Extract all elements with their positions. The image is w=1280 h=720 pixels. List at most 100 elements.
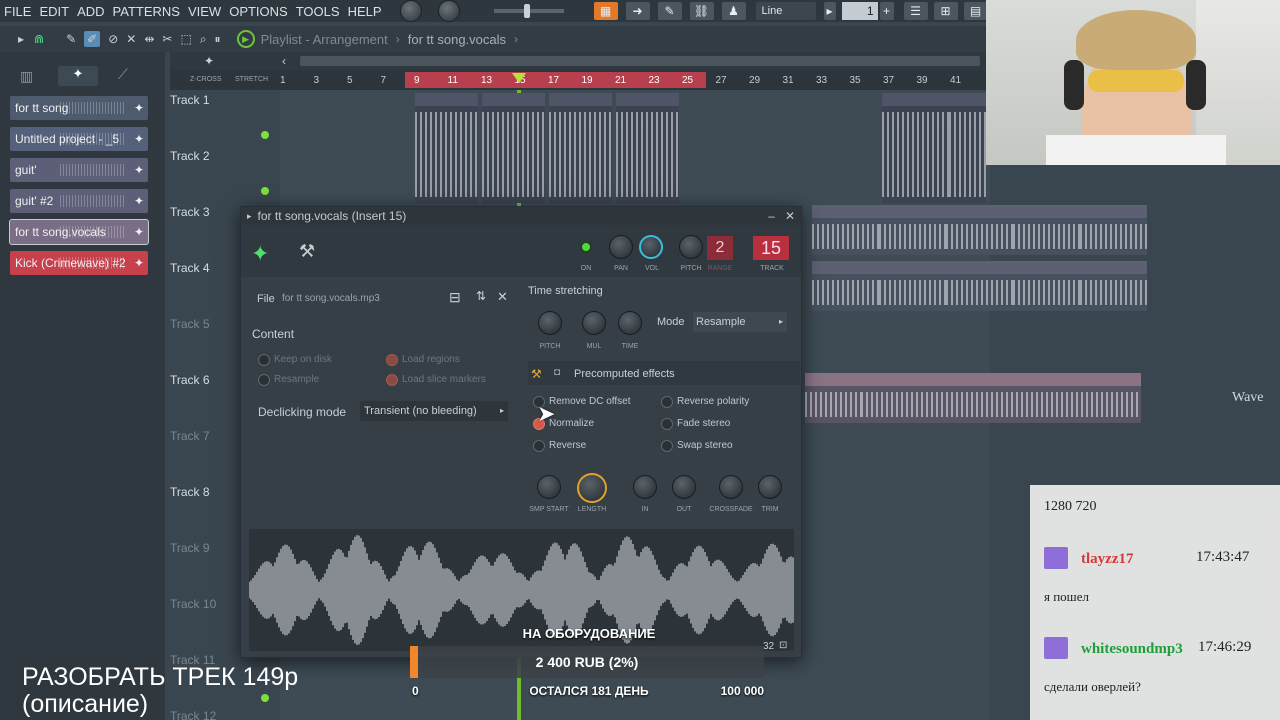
pattern-item[interactable]: Kick (Crimewave) #2 ✦ [10,251,148,275]
track-activity-led[interactable] [261,131,269,139]
pattern-clip[interactable]: Pattern 1 [482,93,545,203]
select-icon[interactable]: ⬚ [180,32,191,46]
menu-file[interactable]: FILE [0,4,35,19]
audio-clip[interactable]: for tt song.vocals [861,373,986,423]
out-knob[interactable] [672,475,696,499]
tempo-slider-thumb[interactable] [523,4,530,18]
ts-mul-knob[interactable] [582,311,606,335]
horizontal-scrollbar[interactable] [300,56,980,66]
delete-icon[interactable]: ⊘ [108,32,118,46]
audio-clip[interactable]: guit' [1013,261,1080,311]
pattern-clip[interactable]: Pattern 1 [882,93,949,203]
pencil-icon[interactable]: ✎ [66,32,76,46]
pattern-item[interactable]: Untitled project - _5 ✦ [10,127,148,151]
folder-icon[interactable]: ⊟ [449,289,461,306]
master-pitch-knob[interactable] [437,0,460,22]
menu-add[interactable]: ADD [73,4,108,19]
menu-patterns[interactable]: PATTERNS [109,4,184,19]
playlist-icon[interactable]: ☰ [903,2,928,20]
stamp-icon[interactable]: ♟ [721,2,746,20]
wrench-icon[interactable]: ⚒ [531,367,542,381]
pattern-clip[interactable]: Patte [949,93,986,203]
lock-icon[interactable]: ◘ [554,367,560,378]
menu-options[interactable]: OPTIONS [225,4,292,19]
slip-icon[interactable]: ⇹ [144,32,154,46]
range-display[interactable]: 2 [707,236,733,260]
mode-select[interactable]: Resample ▸ [693,312,787,332]
scroll-left-icon[interactable]: ‹ [282,54,286,68]
length-knob[interactable] [577,473,607,503]
pattern-item[interactable]: guit' #2 ✦ [10,189,148,213]
magnet-icon[interactable]: ⋒ [34,32,44,46]
keep-on-disk-radio[interactable] [258,354,270,366]
crossfade-knob[interactable] [719,475,743,499]
load-regions-radio[interactable] [386,354,398,366]
track-label[interactable]: Track 2 [170,149,270,163]
audio-clip[interactable]: g.vocals [805,373,861,423]
pan-knob[interactable] [609,235,633,259]
in-knob[interactable] [633,475,657,499]
mixer-icon[interactable]: ⊞ [933,2,958,20]
pattern-number[interactable]: 1 [841,2,878,20]
link-icon[interactable]: ⛓ [689,2,714,20]
expand-icon[interactable]: ▸ [247,211,252,222]
load-slice-markers-radio[interactable] [386,374,398,386]
arrow-right-icon[interactable]: ➜ [625,2,650,20]
audio-clip[interactable]: for tt song.vocals [986,373,1141,423]
mute-icon[interactable]: ✕ [126,32,136,46]
tempo-slider[interactable] [493,4,564,18]
resample-radio[interactable] [258,374,270,386]
audio-clip[interactable]: guit' [1080,261,1147,311]
snap-icon[interactable]: ✦ [204,54,214,68]
audio-clip[interactable]: guit' #2 [1013,205,1080,255]
menu-tools[interactable]: TOOLS [292,4,344,19]
menu-edit[interactable]: EDIT [35,4,73,19]
automation-icon[interactable]: ⟋ [118,66,128,83]
timeline-ruler[interactable]: Z-CROSS STRETCH 1 3 5 7 9 11 13 15 17 19 21 23 25 27 2… [170,70,990,90]
play-small-icon[interactable]: ▸ [823,2,836,20]
piano-roll-icon[interactable]: ▥ [20,68,33,85]
pattern-item[interactable]: guit' ✦ [10,158,148,182]
piano-icon[interactable]: ▦ [593,2,618,20]
smp-start-knob[interactable] [537,475,561,499]
wrench-icon[interactable]: ⚒ [299,241,315,262]
channel-rack-icon[interactable]: ▤ [963,2,988,20]
remove-file-icon[interactable]: ✕ [497,289,508,305]
audio-clip[interactable]: guit' #2 [946,205,1013,255]
pattern-clip[interactable]: Pattern 1 [415,93,478,203]
file-name[interactable]: for tt song.vocals.mp3 [282,293,380,304]
reverse-polarity-radio[interactable] [661,396,673,408]
playlist-overview-bar[interactable]: ✦ ‹ [170,52,990,70]
declicking-select[interactable]: Transient (no bleeding) ▸ [360,401,508,421]
pattern-item-selected[interactable]: for tt song.vocals ✦ [9,219,149,245]
pattern-clip[interactable]: Pattern 1 [549,93,612,203]
pattern-clip[interactable]: Pattern 1 [616,93,679,203]
menu-help[interactable]: HELP [344,4,386,19]
master-volume-knob[interactable] [399,0,422,22]
maximize-icon[interactable]: ⊡ [779,640,787,651]
paint-icon[interactable]: ✐ [84,31,101,47]
track-activity-led[interactable] [261,187,269,195]
pitch-knob[interactable] [679,235,703,259]
slice-icon[interactable]: ✂ [162,32,172,46]
audio-clip[interactable]: guit' #2 [879,205,946,255]
audio-clip[interactable]: guit' [812,261,879,311]
track-display[interactable]: 15 [753,236,789,260]
close-icon[interactable]: ✕ [785,209,795,223]
plus-icon[interactable]: + [879,2,894,20]
vol-knob[interactable] [639,235,663,259]
pen-icon[interactable]: ✎ [657,2,682,20]
audio-clip-icon[interactable]: ✦ [58,66,98,86]
pattern-item[interactable]: for tt song ✦ [10,96,148,120]
audio-clip[interactable]: guit' [879,261,946,311]
reverse-radio[interactable] [533,440,545,452]
menu-view[interactable]: VIEW [184,4,225,19]
arrow-icon[interactable]: ▸ [18,32,24,46]
audio-clip[interactable]: guit' #2 [1080,205,1147,255]
ts-time-knob[interactable] [618,311,642,335]
audio-clip-icon[interactable]: ✦ [251,241,269,267]
sampler-titlebar[interactable]: ▸ for tt song.vocals (Insert 15) – ✕ [241,207,801,225]
snap-mode-select[interactable]: Line [755,2,816,20]
trim-knob[interactable] [758,475,782,499]
playlist-play-icon[interactable]: ▶ [236,30,255,48]
